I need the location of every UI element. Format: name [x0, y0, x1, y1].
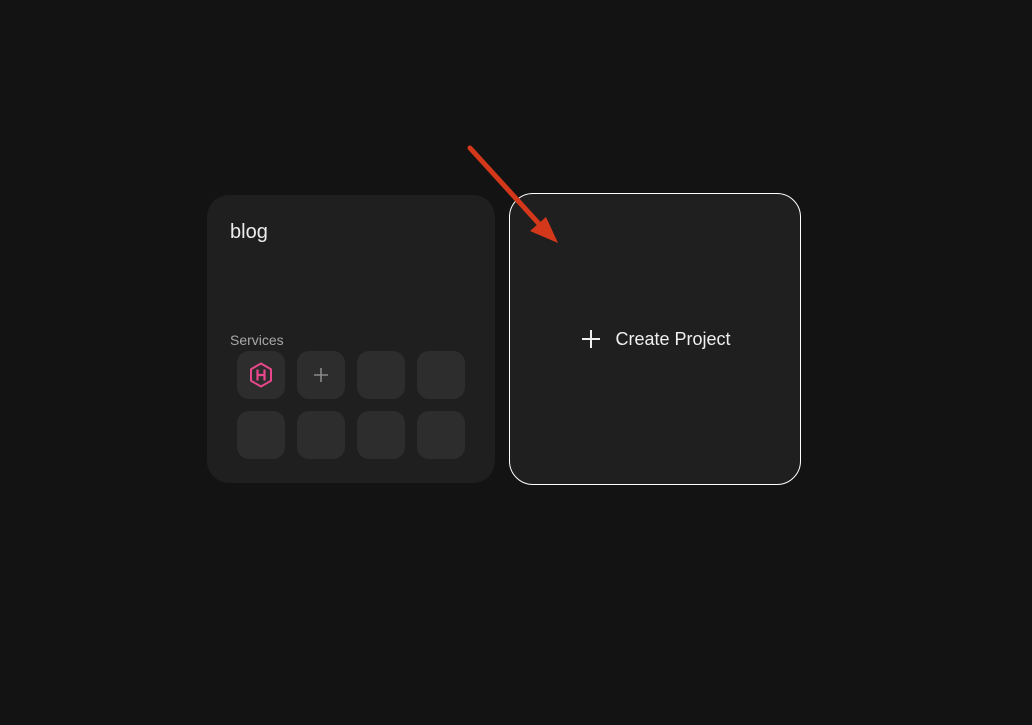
create-project-button[interactable]: Create Project [509, 193, 801, 485]
hasura-icon [250, 362, 272, 388]
create-project-label: Create Project [615, 328, 731, 349]
project-title: blog [230, 221, 268, 243]
create-project-content: Create Project [581, 328, 731, 350]
services-grid [237, 351, 465, 459]
canvas: blog Services Create Project [0, 0, 1032, 725]
plus-icon [582, 330, 601, 348]
service-tile-hasura[interactable] [237, 351, 285, 399]
service-slot [417, 411, 465, 459]
service-slot [417, 351, 465, 399]
service-slot [237, 411, 285, 459]
service-slot [297, 411, 345, 459]
service-slot [357, 411, 405, 459]
plus-icon [314, 368, 328, 382]
services-label: Services [230, 332, 284, 348]
project-card-blog[interactable]: blog Services [207, 195, 495, 483]
add-service-button[interactable] [297, 351, 345, 399]
service-slot [357, 351, 405, 399]
